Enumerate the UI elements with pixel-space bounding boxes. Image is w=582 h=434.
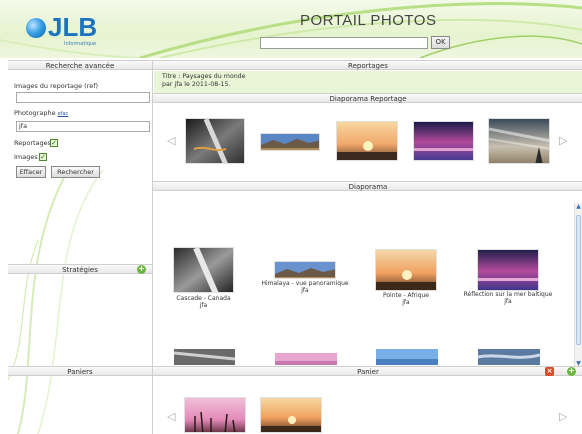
ref-input[interactable] xyxy=(16,92,150,103)
reportage-thumb-5[interactable] xyxy=(488,118,550,164)
search-input[interactable] xyxy=(260,37,428,49)
advanced-search-header: Recherche avancée xyxy=(8,60,152,70)
diaporama-row-2 xyxy=(154,348,572,365)
reportages-checkbox[interactable]: ✓ xyxy=(50,139,58,147)
panier-thumb-2[interactable] xyxy=(260,397,322,433)
photographer-label: Photographe efac xyxy=(14,109,68,117)
photographer-link[interactable]: efac xyxy=(58,111,69,117)
panier-chevron-left-icon[interactable]: ◁ xyxy=(167,410,175,423)
page-header: JLB Informatique PORTAIL PHOTOS OK xyxy=(0,0,582,58)
panier-thumb-1[interactable] xyxy=(184,397,246,433)
strategies-header: Stratégies xyxy=(8,264,152,274)
diaporama-caption-2: Himalaya - vue panoramique jfa xyxy=(259,280,351,294)
diaporama-caption-1-author: jfa xyxy=(199,302,208,309)
diaporama-thumb-4[interactable] xyxy=(477,249,539,291)
diaporama-caption-4-title: Réflection sur la mer baltique xyxy=(463,291,553,298)
diaporama-caption-4-author: jfa xyxy=(504,298,512,305)
reportage-thumb-4[interactable] xyxy=(413,121,474,161)
jlb-logo[interactable]: JLB Informatique xyxy=(26,12,136,50)
brand-name: JLB xyxy=(48,12,98,42)
photographer-label-text: Photographe xyxy=(14,109,56,117)
ok-button[interactable]: OK xyxy=(431,36,450,49)
globe-logo-icon xyxy=(26,18,46,38)
reportage-title-line: Titre : Paysages du monde xyxy=(162,73,246,80)
diaporama-caption-3-title: Pointe - Afrique xyxy=(382,292,429,299)
chevron-right-icon[interactable]: ▷ xyxy=(559,134,567,147)
diaporama-thumb-8[interactable] xyxy=(478,349,540,365)
diaporama-thumb-6[interactable] xyxy=(275,353,337,365)
diaporama-caption-3-author: jfa xyxy=(402,299,410,306)
panier-chevron-right-icon[interactable]: ▷ xyxy=(559,410,567,423)
baskets-header: Paniers xyxy=(8,366,152,376)
scrollbar-thumb[interactable] xyxy=(576,215,581,345)
search-button[interactable]: Rechercher xyxy=(51,166,100,178)
diaporama-scrollbar[interactable]: ▲ ▼ xyxy=(574,203,582,368)
diaporama-thumb-1[interactable] xyxy=(173,247,234,293)
photographer-input[interactable]: jfa xyxy=(16,121,150,132)
diaporama-caption-4: Réflection sur la mer baltique jfa xyxy=(460,291,556,305)
ref-label: Images du reportage (ref) xyxy=(14,82,99,90)
clear-button[interactable]: Effacer xyxy=(16,166,46,178)
reportage-thumb-3[interactable] xyxy=(336,121,398,161)
images-label: Images xyxy=(14,153,38,161)
diaporama-caption-2-author: jfa xyxy=(301,287,309,294)
diaporama-caption-3: Pointe - Afrique jfa xyxy=(366,292,446,306)
diaporama-caption-1-title: Cascade - Canada xyxy=(176,295,231,302)
diaporama-thumb-7[interactable] xyxy=(376,349,438,365)
brand-subtitle: Informatique xyxy=(64,41,97,47)
left-panel: Recherche avancée Images du reportage (r… xyxy=(8,60,152,434)
diaporama-thumb-5[interactable] xyxy=(174,349,235,365)
delete-basket-close-icon[interactable]: × xyxy=(545,367,554,376)
reportage-info: Titre : Paysages du monde par jfa le 201… xyxy=(154,71,582,93)
reportages-header: Reportages xyxy=(153,60,582,70)
reportage-author-line: par jfa le 2011-08-15. xyxy=(162,81,231,88)
site-title: PORTAIL PHOTOS xyxy=(300,12,437,29)
reportage-thumb-2[interactable] xyxy=(260,133,320,151)
add-basket-plus-icon[interactable]: + xyxy=(567,367,576,376)
add-strategy-plus-icon[interactable]: + xyxy=(137,265,146,274)
diaporama-caption-1: Cascade - Canada jfa xyxy=(163,295,244,309)
diaporama-thumb-2[interactable] xyxy=(274,261,336,279)
right-panel: Reportages Titre : Paysages du monde par… xyxy=(152,60,582,434)
reportages-label: Reportages xyxy=(14,139,52,147)
diaporama-header: Diaporama xyxy=(153,181,582,191)
diaporama-thumb-3[interactable] xyxy=(375,249,437,291)
chevron-left-icon[interactable]: ◁ xyxy=(167,134,175,147)
panier-header: Panier xyxy=(153,366,582,376)
reportage-thumb-1[interactable] xyxy=(185,118,245,164)
reportage-slideshow-header: Diaporama Reportage xyxy=(153,93,582,103)
scroll-up-icon[interactable]: ▲ xyxy=(575,203,582,210)
images-checkbox[interactable]: ✓ xyxy=(39,153,47,161)
diaporama-caption-2-title: Himalaya - vue panoramique xyxy=(261,280,349,287)
